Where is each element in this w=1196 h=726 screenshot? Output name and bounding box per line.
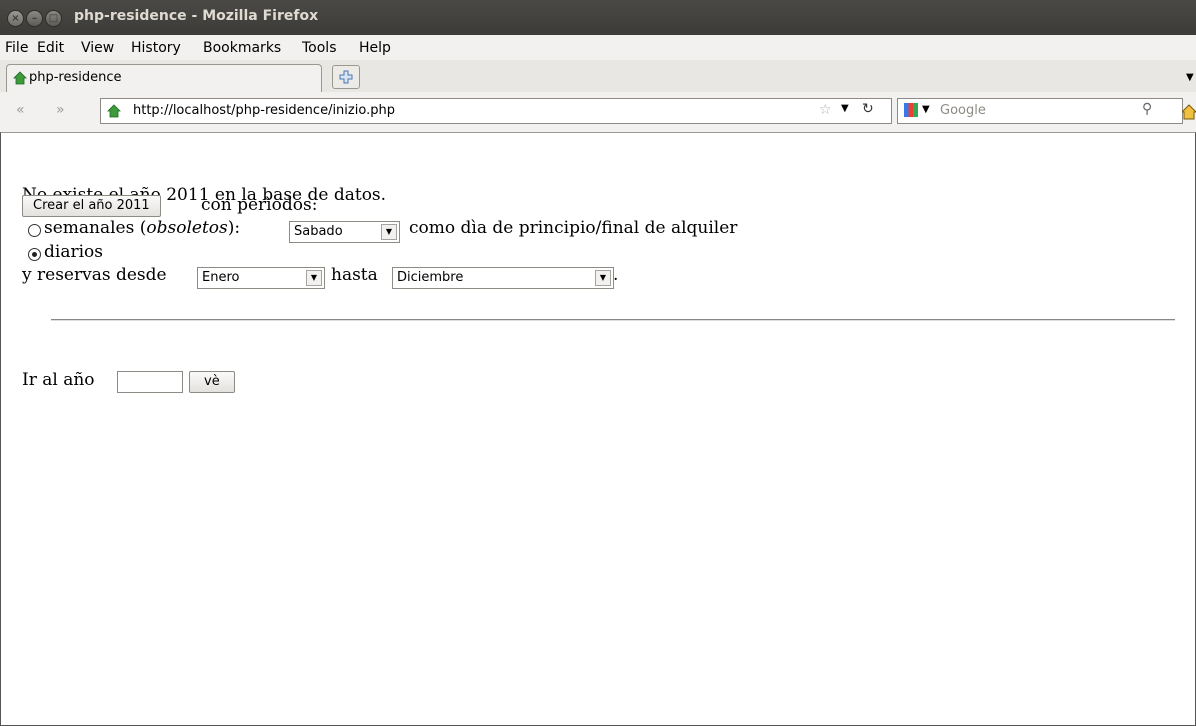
horizontal-divider — [51, 319, 1175, 321]
chevron-down-icon: ▼ — [306, 270, 322, 286]
daily-label: diarios — [44, 242, 103, 262]
tab-list-icon[interactable]: ▼ — [1186, 72, 1194, 83]
reload-icon[interactable]: ↻ — [862, 101, 874, 117]
chevron-down-icon: ▼ — [595, 270, 611, 286]
minimize-window-icon[interactable]: – — [27, 11, 42, 26]
weekly-label: semanales (obsoletos): — [44, 218, 240, 238]
back-icon[interactable]: « — [16, 102, 25, 118]
window-titlebar: × – □ php-residence - Mozilla Firefox — [0, 0, 1196, 35]
to-label: hasta — [331, 265, 378, 285]
weekday-select[interactable]: Sabado ▼ — [289, 221, 400, 243]
maximize-window-icon[interactable]: □ — [46, 11, 61, 26]
tab-title: php-residence — [29, 70, 122, 85]
year-input[interactable] — [117, 371, 183, 393]
menu-help[interactable]: Help — [359, 40, 391, 56]
navigation-toolbar: « » http://localhost/php-residence/inizi… — [0, 92, 1196, 133]
create-year-button[interactable]: Crear el año 2011 — [22, 195, 161, 217]
reservations-from-label: y reservas desde — [22, 265, 167, 285]
home-favicon-icon — [13, 71, 27, 85]
forward-icon[interactable]: » — [56, 102, 65, 118]
url-bar[interactable]: http://localhost/php-residence/inizio.ph… — [100, 98, 892, 124]
plus-icon — [339, 70, 353, 84]
go-button[interactable]: vè — [189, 371, 235, 393]
search-placeholder: Google — [940, 103, 986, 118]
menu-edit[interactable]: Edit — [37, 40, 64, 56]
to-month-value: Diciembre — [397, 270, 464, 285]
periods-label: con perìodos: — [201, 195, 318, 215]
from-month-value: Enero — [202, 270, 240, 285]
weekday-suffix: como dìa de principio/final de alquiler — [409, 218, 738, 238]
home-icon[interactable] — [1182, 104, 1196, 120]
close-window-icon[interactable]: × — [8, 11, 23, 26]
menu-file[interactable]: File — [5, 40, 28, 56]
weekday-select-value: Sabado — [294, 224, 343, 239]
search-magnifier-icon[interactable]: ⚲ — [1142, 101, 1152, 117]
go-to-year-label: Ir al año — [22, 370, 95, 390]
weekly-radio[interactable] — [28, 224, 41, 237]
period-dot: . — [613, 265, 619, 285]
weekly-label-text: semanales ( — [44, 218, 147, 238]
menu-view[interactable]: View — [81, 40, 114, 56]
page-content: No existe el año 2011 en la base de dato… — [0, 132, 1196, 726]
menu-tools[interactable]: Tools — [302, 40, 337, 56]
chevron-down-icon: ▼ — [381, 224, 397, 240]
from-month-select[interactable]: Enero ▼ — [197, 267, 325, 289]
url-history-dropdown-icon[interactable]: ▼ — [841, 103, 849, 114]
menu-bookmarks[interactable]: Bookmarks — [203, 40, 281, 56]
search-bar[interactable]: ▼ Google ⚲ — [897, 98, 1183, 124]
window-title: php-residence - Mozilla Firefox — [74, 8, 319, 24]
tab-strip: php-residence ▼ — [0, 60, 1196, 93]
home-favicon-icon — [107, 104, 121, 118]
google-logo-icon[interactable] — [904, 103, 918, 117]
to-month-select[interactable]: Diciembre ▼ — [392, 267, 614, 289]
search-engine-dropdown-icon[interactable]: ▼ — [922, 104, 930, 115]
weekly-label-em: obsoletos — [146, 218, 228, 238]
menu-history[interactable]: History — [131, 40, 181, 56]
bookmark-star-icon[interactable]: ☆ — [819, 102, 832, 118]
tab-php-residence[interactable]: php-residence — [6, 64, 322, 92]
weekly-label-after: ): — [227, 218, 241, 238]
url-text[interactable]: http://localhost/php-residence/inizio.ph… — [133, 103, 395, 118]
menu-bar: File Edit View History Bookmarks Tools H… — [0, 35, 1196, 61]
new-tab-button[interactable] — [332, 65, 360, 89]
daily-radio[interactable] — [28, 248, 41, 261]
